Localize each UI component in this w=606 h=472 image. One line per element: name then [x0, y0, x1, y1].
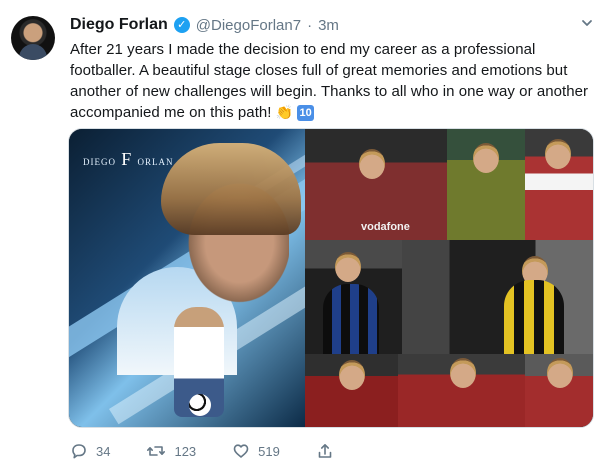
photo-tile-celebration-3: [525, 354, 593, 427]
author-handle[interactable]: @DiegoForlan7: [196, 17, 301, 34]
player-head: [545, 139, 571, 169]
tweet-header: Diego Forlan ✓ @DiegoForlan7 · 3m: [70, 14, 339, 36]
like-button[interactable]: 519: [232, 442, 280, 460]
poster-logo: DIEGO F ORLAN: [83, 149, 174, 170]
player-head: [450, 358, 476, 388]
heart-icon: [232, 442, 250, 460]
player-head: [339, 360, 365, 390]
reply-icon: [70, 442, 88, 460]
tweet-actions: 34 123 519: [70, 442, 370, 460]
photo-tile-atletico: [525, 129, 593, 241]
tweet-image[interactable]: DIEGO F ORLAN vodafone: [68, 128, 594, 428]
ten-badge-emoji: 10: [297, 105, 314, 121]
player-head: [547, 358, 573, 388]
soccer-ball-icon: [189, 394, 211, 416]
tweet-time[interactable]: 3m: [318, 17, 339, 34]
player-hair: [161, 143, 301, 235]
reply-button[interactable]: 34: [70, 442, 110, 460]
player-head: [335, 252, 361, 282]
logo-right-text: ORLAN: [137, 157, 174, 167]
logo-mid-text: F: [121, 149, 133, 169]
inter-jersey: [323, 284, 379, 354]
verified-badge-icon: ✓: [173, 17, 190, 33]
retweet-button[interactable]: 123: [146, 442, 196, 460]
photo-tile-celebration-1: [305, 354, 399, 427]
tweet-body: After 21 years I made the decision to en…: [70, 41, 589, 121]
penarol-jersey: [504, 280, 564, 354]
tweet-card[interactable]: Diego Forlan ✓ @DiegoForlan7 · 3m After …: [0, 0, 606, 472]
career-poster-left: DIEGO F ORLAN: [69, 129, 352, 427]
retweet-icon: [146, 442, 166, 460]
player-head: [359, 149, 385, 179]
reply-count: 34: [96, 443, 111, 459]
author-avatar[interactable]: [11, 16, 55, 60]
photo-tile-penarol: [402, 240, 593, 355]
photo-tile-trophy: [447, 129, 526, 241]
photo-tile-inter: [305, 240, 403, 355]
logo-left-text: DIEGO: [83, 157, 116, 167]
chevron-down-icon[interactable]: [578, 14, 596, 32]
player-head: [473, 143, 499, 173]
like-count: 519: [258, 443, 280, 459]
author-name[interactable]: Diego Forlan: [70, 16, 168, 34]
retweet-count: 123: [174, 443, 197, 459]
photo-tile-celebration-2: [398, 354, 526, 427]
share-button[interactable]: [316, 442, 334, 460]
sponsor-text: vodafone: [361, 221, 410, 233]
tweet-text: After 21 years I made the decision to en…: [70, 39, 590, 123]
share-icon: [316, 442, 334, 460]
time-separator: ·: [307, 16, 313, 34]
clapping-hands-emoji: 👏: [275, 104, 294, 120]
photo-tile-red-jersey: vodafone: [305, 129, 448, 241]
